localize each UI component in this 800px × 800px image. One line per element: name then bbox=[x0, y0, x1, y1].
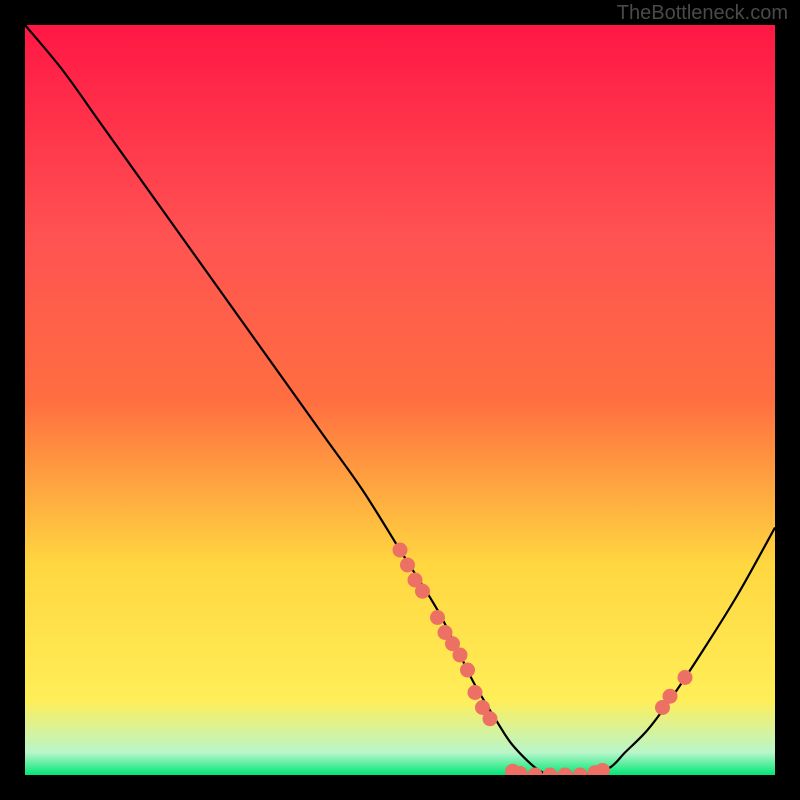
data-point-marker bbox=[678, 670, 693, 685]
gradient-background bbox=[25, 25, 775, 775]
watermark-text: TheBottleneck.com bbox=[617, 2, 788, 25]
data-point-marker bbox=[453, 648, 468, 663]
data-point-marker bbox=[393, 543, 408, 558]
data-point-marker bbox=[430, 610, 445, 625]
data-point-marker bbox=[468, 685, 483, 700]
data-point-marker bbox=[663, 689, 678, 704]
data-point-marker bbox=[483, 711, 498, 726]
data-point-marker bbox=[400, 558, 415, 573]
plot-area bbox=[25, 25, 775, 775]
data-point-marker bbox=[460, 663, 475, 678]
chart-svg bbox=[25, 25, 775, 775]
data-point-marker bbox=[415, 584, 430, 599]
chart-frame: TheBottleneck.com bbox=[0, 0, 800, 800]
